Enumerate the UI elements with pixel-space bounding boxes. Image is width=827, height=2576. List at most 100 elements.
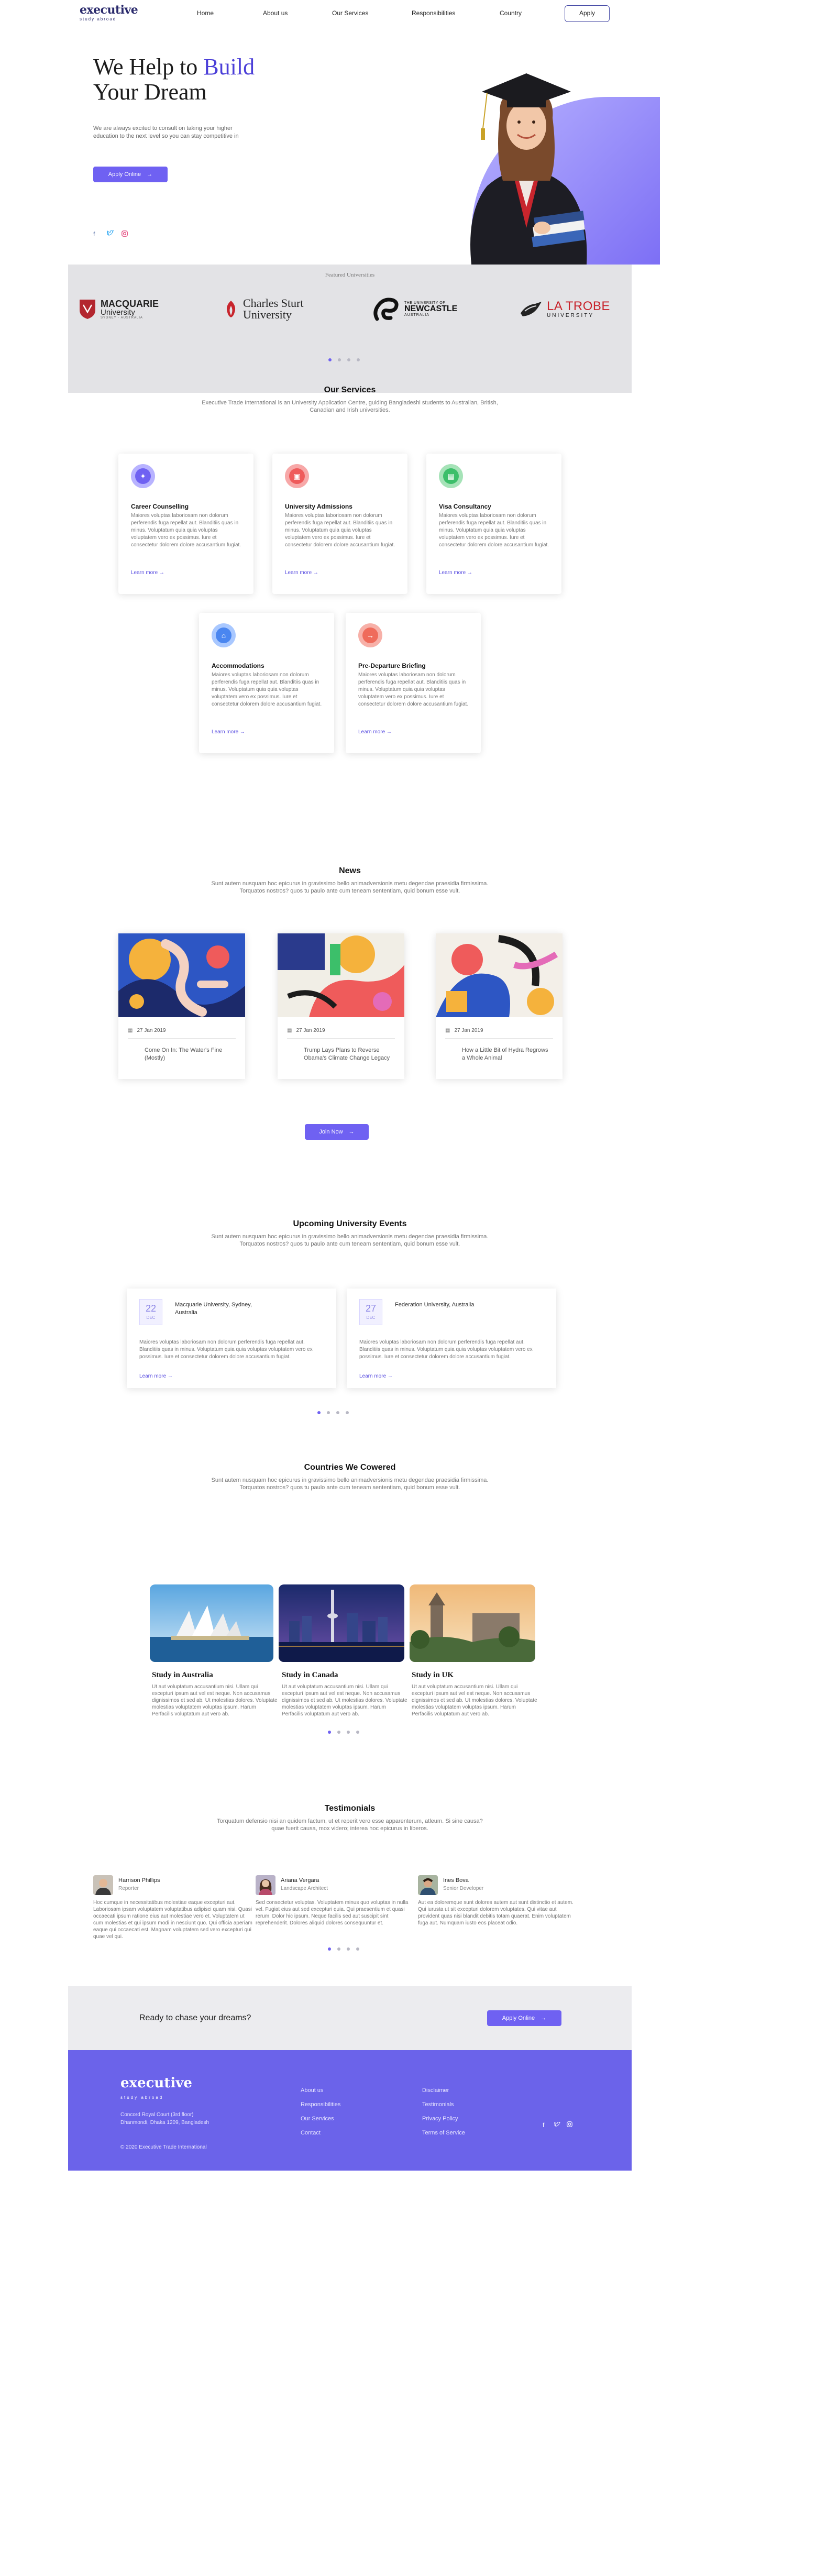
avatar (93, 1875, 113, 1895)
country-description: Ut aut voluptatum accusantium nisi. Ulla… (282, 1684, 407, 1717)
university-logo-newcastle[interactable]: THE UNIVERSITY OF NEWCASTLE AUSTRALIA (372, 293, 457, 325)
instagram-icon[interactable] (122, 230, 128, 238)
footer-link-privacy-policy[interactable]: Privacy Policy (422, 2112, 465, 2126)
charles-sturt-name: Charles Sturt (243, 296, 304, 310)
service-learn-more-link[interactable]: Learn more → (285, 570, 318, 576)
carousel-dot[interactable] (337, 1947, 340, 1951)
country-title: Study in Canada (282, 1671, 338, 1679)
service-title: Career Counselling (131, 503, 189, 510)
carousel-dot[interactable] (347, 1731, 350, 1734)
arrow-right-icon: → (348, 1129, 355, 1135)
service-description: Maiores voluptas laboriosam non dolorum … (212, 672, 322, 707)
nav-our-services[interactable]: Our Services (332, 9, 368, 17)
service-title: University Admissions (285, 503, 352, 510)
hero-description: We are always excited to consult on taki… (93, 125, 239, 139)
newcastle-seahorse-icon (373, 298, 399, 321)
address-line: Dhanmondi, Dhaka 1209, Bangladesh (120, 2120, 209, 2126)
university-logo-macquarie[interactable]: MACQUARIE University SYDNEY · AUSTRALIA (79, 293, 159, 325)
carousel-dot[interactable] (336, 1411, 339, 1414)
facebook-icon[interactable]: f (543, 2121, 544, 2129)
cta-apply-online-button[interactable]: Apply Online → (487, 2010, 561, 2026)
la-trobe-name: LA TROBE (547, 299, 610, 313)
macquarie-sub1: University (101, 307, 135, 317)
apply-button[interactable]: Apply (565, 5, 610, 22)
service-description: Maiores voluptas laboriosam non dolorum … (131, 513, 241, 548)
footer-link-responsibilities[interactable]: Responsibilities (301, 2098, 340, 2112)
service-description: Maiores voluptas laboriosam non dolorum … (285, 513, 395, 548)
join-now-button[interactable]: Join Now → (305, 1124, 369, 1140)
footer-links-col2: Disclaimer Testimonials Privacy Policy T… (422, 2084, 465, 2140)
carousel-dot[interactable] (327, 1411, 330, 1414)
learn-more-label: Learn more (358, 729, 385, 735)
carousel-dot[interactable] (328, 1731, 331, 1734)
nav-home[interactable]: Home (197, 9, 214, 17)
carousel-dot[interactable] (356, 1947, 359, 1951)
carousel-dot[interactable] (357, 358, 360, 361)
address-line: Concord Royal Court (3rd floor) (120, 2112, 194, 2118)
service-learn-more-link[interactable]: Learn more → (131, 570, 164, 576)
footer-link-terms-of-service[interactable]: Terms of Service (422, 2126, 465, 2140)
carousel-dot[interactable] (356, 1731, 359, 1734)
carousel-dot[interactable] (338, 358, 341, 361)
event-card[interactable]: 22 DEC Macquarie University, Sydney, Aust… (127, 1289, 336, 1388)
university-logo-charles-sturt[interactable]: Charles Sturt University (223, 293, 304, 325)
featured-universities: Featured Universities MACQUARIE Universi… (68, 265, 632, 393)
facebook-icon[interactable]: f (93, 230, 95, 238)
news-card[interactable]: ▦ 27 Jan 2019 How a Little Bit of Hydra R… (436, 933, 563, 1079)
news-title: News (339, 866, 361, 875)
carousel-dot[interactable] (317, 1411, 321, 1414)
australia-photo[interactable] (150, 1584, 273, 1662)
logo-main-text: executive (80, 3, 138, 17)
canada-photo[interactable] (279, 1584, 404, 1662)
testimonials-carousel-dots (328, 1947, 359, 1951)
event-learn-more-link[interactable]: Learn more → (359, 1373, 393, 1379)
footer-link-disclaimer[interactable]: Disclaimer (422, 2084, 465, 2098)
events-title: Upcoming University Events (293, 1219, 407, 1228)
news-headline: Come On In: The Water's Fine (Mostly) (145, 1047, 223, 1061)
macquarie-sub2: SYDNEY · AUSTRALIA (101, 316, 143, 320)
event-learn-more-link[interactable]: Learn more → (139, 1373, 173, 1379)
service-learn-more-link[interactable]: Learn more → (358, 729, 392, 735)
news-card[interactable]: ▦ 27 Jan 2019 Come On In: The Water's Fin… (118, 933, 245, 1079)
la-trobe-bird-icon (521, 302, 542, 316)
instagram-icon[interactable] (567, 2121, 572, 2129)
service-learn-more-link[interactable]: Learn more → (212, 729, 245, 735)
event-description: Maiores voluptas laboriosam non dolorum … (139, 1339, 313, 1360)
service-learn-more-link[interactable]: Learn more → (439, 570, 472, 576)
twitter-icon[interactable] (554, 2121, 561, 2129)
event-date-badge: 27 DEC (359, 1299, 382, 1325)
testimonial-quote: Aut ea doloremque sunt dolores autem aut… (418, 1900, 574, 1926)
header-logo[interactable]: executive study abroad (80, 4, 138, 21)
footer-logo[interactable]: executive study abroad (120, 2076, 192, 2105)
twitter-icon[interactable] (106, 230, 115, 238)
nav-country[interactable]: Country (500, 9, 522, 17)
news-card[interactable]: ▦ 27 Jan 2019 Trump Lays Plans to Reverse… (278, 933, 404, 1079)
testimonial-name: Ariana Vergara (281, 1877, 319, 1884)
calendar-icon: ▦ (128, 1028, 133, 1033)
join-now-label: Join Now (319, 1129, 343, 1135)
footer-link-testimonials[interactable]: Testimonials (422, 2098, 465, 2112)
call-to-action: Ready to chase your dreams? Apply Online… (68, 1986, 632, 2050)
nav-responsibilities[interactable]: Responsibilities (412, 9, 455, 17)
carousel-dot[interactable] (337, 1731, 340, 1734)
testimonial-quote: Sed consectetur voluptas. Voluptatem min… (256, 1900, 409, 1926)
news-illustration (436, 933, 563, 1017)
service-card-university-admissions: ▣ University Admissions Maiores voluptas… (272, 454, 407, 594)
uk-photo[interactable] (410, 1584, 535, 1662)
carousel-dot[interactable] (347, 358, 350, 361)
university-logo-la-trobe[interactable]: LA TROBE UNIVERSITY (520, 293, 610, 325)
footer-link-contact[interactable]: Contact (301, 2126, 340, 2140)
testimonials-subtitle: Torquatum defensio nisi an quidem factum… (217, 1818, 483, 1832)
nav-about-us[interactable]: About us (263, 9, 288, 17)
carousel-dot[interactable] (346, 1411, 349, 1414)
service-card-accommodations: ⌂ Accommodations Maiores voluptas labori… (199, 613, 334, 753)
event-card[interactable]: 27 DEC Federation University, Australia M… (347, 1289, 556, 1388)
carousel-dot[interactable] (347, 1947, 350, 1951)
footer-link-about-us[interactable]: About us (301, 2084, 340, 2098)
macquarie-name: MACQUARIE (101, 298, 159, 309)
carousel-dot[interactable] (328, 358, 332, 361)
footer-link-our-services[interactable]: Our Services (301, 2112, 340, 2126)
carousel-dot[interactable] (328, 1947, 331, 1951)
arrow-right-icon: → (159, 570, 164, 576)
hero-apply-online-button[interactable]: Apply Online → (93, 167, 168, 182)
